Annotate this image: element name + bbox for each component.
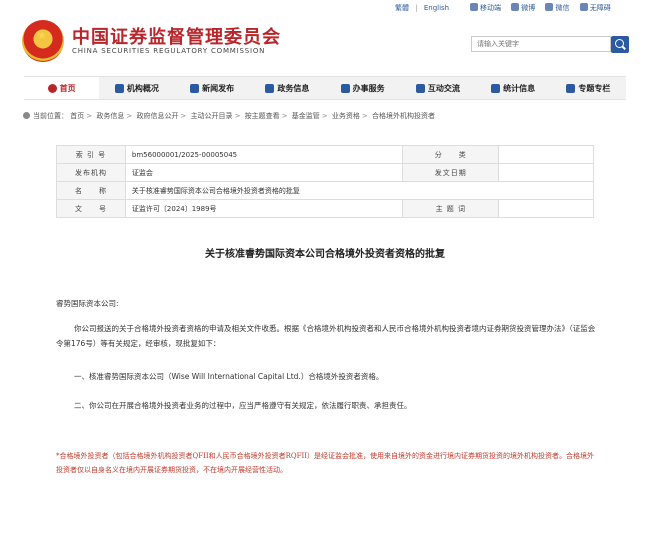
nav-item-topics[interactable]: 专题专栏 bbox=[551, 77, 626, 99]
meta-value-topic bbox=[498, 199, 594, 218]
location-icon bbox=[23, 112, 30, 119]
meta-label: 索 引 号 bbox=[56, 145, 126, 164]
meta-label: 发布机构 bbox=[56, 163, 126, 182]
meta-label: 名 称 bbox=[56, 181, 126, 200]
star-icon: ★ bbox=[37, 29, 47, 42]
footnote: *合格境外投资者（包括合格境外机构投资者QFII和人民币合格境外投资者RQFII… bbox=[56, 452, 595, 474]
search-icon-handle bbox=[622, 45, 626, 50]
main-nav: 首页 机构概况 新闻发布 政务信息 办事服务 互动交流 统计信息 专题专栏 bbox=[24, 76, 626, 100]
nav-item-statistics[interactable]: 统计信息 bbox=[476, 77, 551, 99]
nav-item-gov-info[interactable]: 政务信息 bbox=[250, 77, 325, 99]
quick-link-mobile[interactable]: 移动端 bbox=[470, 3, 501, 12]
meta-value-docno: 证监许可〔2024〕1989号 bbox=[124, 199, 404, 218]
meta-value-org: 证监会 bbox=[124, 163, 404, 182]
meta-label: 文 号 bbox=[56, 199, 126, 218]
meta-row: 索 引 号 bm56000001/2025-00005045 分 类 bbox=[56, 145, 594, 164]
meta-row: 名 称 关于核准睿势国际资本公司合格境外投资者资格的批复 bbox=[56, 181, 595, 200]
search-button[interactable] bbox=[611, 36, 629, 53]
site-subtitle-en: CHINA SECURITIES REGULATORY COMMISSION bbox=[72, 47, 266, 55]
breadcrumb-item[interactable]: 政府信息公开 bbox=[136, 112, 178, 120]
breadcrumb-item[interactable]: 按主题查看 bbox=[245, 112, 280, 120]
breadcrumb-sep: > bbox=[321, 112, 328, 120]
document-meta-table: 索 引 号 bm56000001/2025-00005045 分 类 发布机构 … bbox=[56, 145, 595, 218]
wechat-icon bbox=[545, 3, 554, 11]
meta-value-index: bm56000001/2025-00005045 bbox=[124, 145, 404, 164]
breadcrumb-item[interactable]: 首页 bbox=[70, 112, 84, 120]
chat-icon bbox=[415, 83, 425, 93]
search-input[interactable] bbox=[471, 36, 611, 52]
meta-label: 分 类 bbox=[402, 145, 500, 164]
topic-icon bbox=[566, 83, 576, 93]
meta-label: 发文日期 bbox=[402, 163, 500, 182]
meta-label: 主 题 词 bbox=[402, 199, 500, 218]
meta-value-name: 关于核准睿势国际资本公司合格境外投资者资格的批复 bbox=[124, 181, 595, 200]
breadcrumb-item[interactable]: 基金监管 bbox=[292, 112, 320, 120]
breadcrumb-item[interactable]: 业务资格 bbox=[332, 112, 360, 120]
document-title: 关于核准睿势国际资本公司合格境外投资者资格的批复 bbox=[205, 249, 445, 260]
weibo-icon bbox=[511, 3, 520, 11]
service-icon bbox=[340, 83, 350, 93]
lang-english-link[interactable]: English bbox=[424, 4, 449, 12]
meta-row: 发布机构 证监会 发文日期 bbox=[56, 163, 594, 182]
breadcrumb-sep: > bbox=[86, 112, 93, 120]
breadcrumb-sep: > bbox=[180, 112, 187, 120]
breadcrumb-sep: > bbox=[126, 112, 133, 120]
site-header: ★ 中国证券监督管理委员会 CHINA SECURITIES REGULATOR… bbox=[0, 14, 650, 74]
nav-item-services[interactable]: 办事服务 bbox=[325, 77, 400, 99]
breadcrumb: 当前位置： 首页 > 政务信息 > 政府信息公开 > 主动公开目录 > 按主题查看 > 基… bbox=[23, 111, 435, 121]
accessibility-icon bbox=[579, 3, 588, 11]
breadcrumb-item[interactable]: 合格境外机构投资者 bbox=[372, 112, 435, 120]
meta-value-category bbox=[498, 145, 594, 164]
breadcrumb-item[interactable]: 主动公开目录 bbox=[191, 112, 233, 120]
document-salutation: 睿势国际资本公司: bbox=[56, 299, 119, 308]
lang-traditional-link[interactable]: 繁體 bbox=[395, 4, 409, 12]
nav-item-about[interactable]: 机构概况 bbox=[99, 77, 174, 99]
language-switcher: 繁體 | English bbox=[395, 3, 453, 13]
nav-item-news[interactable]: 新闻发布 bbox=[175, 77, 250, 99]
meta-value-date bbox=[498, 163, 594, 182]
lang-separator: | bbox=[415, 4, 418, 12]
document-paragraph: 一、核准睿势国际资本公司（Wise Will International Cap… bbox=[74, 372, 384, 381]
nav-item-home[interactable]: 首页 bbox=[24, 77, 100, 99]
breadcrumb-sep: > bbox=[281, 112, 288, 120]
meta-row: 文 号 证监许可〔2024〕1989号 主 题 词 bbox=[56, 199, 594, 218]
news-icon bbox=[190, 83, 200, 93]
quick-links: 移动端 微博 微信 无障碍 bbox=[470, 3, 619, 13]
quick-link-weibo[interactable]: 微博 bbox=[511, 3, 535, 12]
mobile-icon bbox=[470, 3, 478, 11]
document-paragraph: 二、你公司在开展合格境外投资者业务的过程中，应当严格遵守有关规定，依法履行职责、… bbox=[74, 401, 412, 410]
quick-link-accessibility[interactable]: 无障碍 bbox=[579, 3, 611, 12]
breadcrumb-sep: > bbox=[234, 112, 241, 120]
site-title[interactable]: 中国证券监督管理委员会 bbox=[72, 23, 281, 49]
home-icon bbox=[47, 83, 57, 93]
document-icon bbox=[265, 83, 275, 93]
building-icon bbox=[114, 83, 124, 93]
quick-link-wechat[interactable]: 微信 bbox=[545, 3, 569, 12]
national-emblem-icon[interactable]: ★ bbox=[22, 20, 64, 62]
breadcrumb-sep: > bbox=[361, 112, 368, 120]
nav-item-interaction[interactable]: 互动交流 bbox=[400, 77, 475, 99]
chart-icon bbox=[491, 83, 501, 93]
document-paragraph: 你公司报送的关于合格境外投资者资格的申请及相关文件收悉。根据《合格境外机构投资者… bbox=[56, 324, 596, 348]
breadcrumb-item[interactable]: 政务信息 bbox=[96, 112, 124, 120]
breadcrumb-prefix: 当前位置： bbox=[33, 112, 68, 120]
